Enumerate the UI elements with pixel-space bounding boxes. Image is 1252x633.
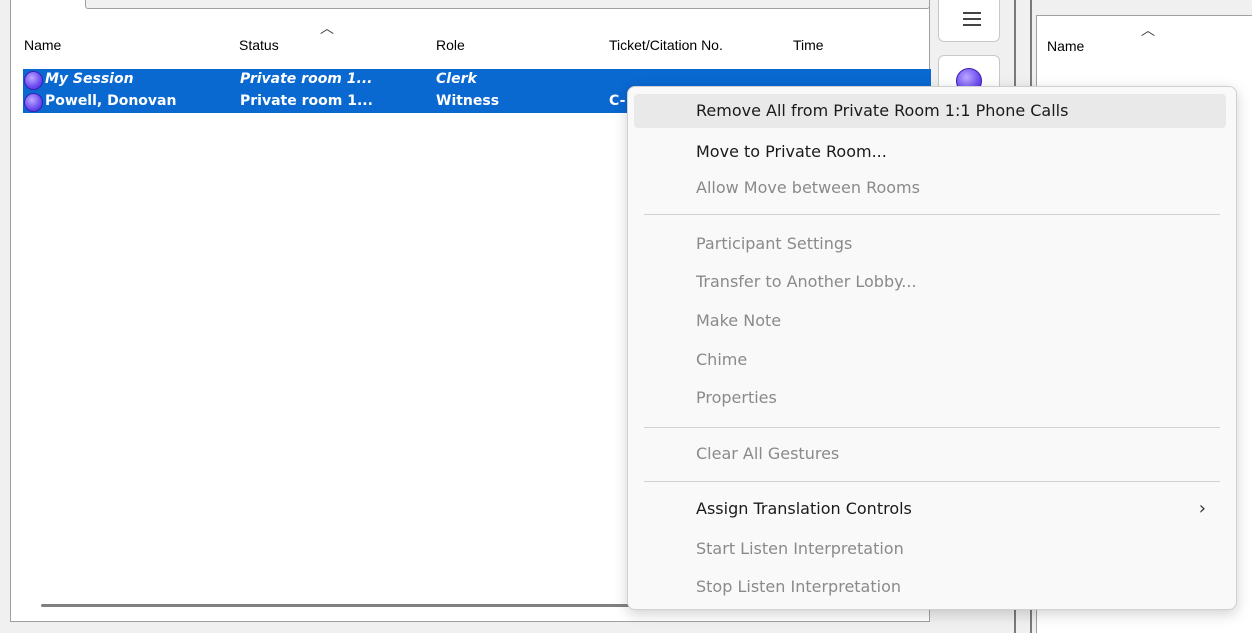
row-status: Private room 1...: [240, 93, 373, 109]
menu-item-label: Allow Move between Rooms: [696, 178, 920, 197]
column-header-name[interactable]: Name: [1047, 38, 1084, 54]
menu-separator: [644, 427, 1220, 428]
menu-item-chime[interactable]: Chime: [634, 343, 1226, 377]
menu-separator: [644, 214, 1220, 215]
menu-item-transfer-lobby[interactable]: Transfer to Another Lobby...: [634, 265, 1226, 299]
menu-item-start-listen[interactable]: Start Listen Interpretation: [634, 532, 1226, 566]
menu-item-participant-settings[interactable]: Participant Settings: [634, 227, 1226, 261]
menu-item-label: Clear All Gestures: [696, 444, 840, 463]
column-header-status[interactable]: Status: [239, 37, 279, 53]
column-header-ticket[interactable]: Ticket/Citation No.: [609, 37, 723, 53]
menu-item-label: Start Listen Interpretation: [696, 539, 904, 558]
menu-item-label: Remove All from Private Room 1:1 Phone C…: [696, 101, 1069, 120]
column-header-time[interactable]: Time: [793, 37, 824, 53]
status-dot-icon: [24, 93, 43, 112]
column-header-name[interactable]: Name: [24, 37, 61, 53]
menu-item-label: Participant Settings: [696, 234, 853, 253]
row-name: Powell, Donovan: [45, 93, 177, 109]
context-menu: Remove All from Private Room 1:1 Phone C…: [627, 86, 1237, 610]
menu-item-stop-listen[interactable]: Stop Listen Interpretation: [634, 570, 1226, 604]
menu-item-move-to-private-room[interactable]: Move to Private Room...: [634, 135, 1226, 169]
top-scrollbar[interactable]: [85, 0, 930, 9]
row-status: Private room 1...: [240, 71, 373, 87]
row-role: Witness: [436, 93, 500, 109]
menu-item-label: Chime: [696, 350, 748, 369]
menu-item-properties[interactable]: Properties: [634, 381, 1226, 415]
column-header-role[interactable]: Role: [436, 37, 465, 53]
menu-item-allow-move[interactable]: Allow Move between Rooms: [634, 171, 1226, 205]
hamburger-icon: [963, 12, 981, 30]
menu-item-label: Stop Listen Interpretation: [696, 577, 902, 596]
menu-item-remove-all[interactable]: Remove All from Private Room 1:1 Phone C…: [634, 94, 1226, 128]
status-dot-icon: [24, 71, 43, 90]
menu-item-clear-gestures[interactable]: Clear All Gestures: [634, 437, 1226, 471]
row-name: My Session: [45, 71, 134, 87]
chevron-right-icon: ›: [1198, 498, 1206, 519]
menu-item-label: Transfer to Another Lobby...: [696, 272, 917, 291]
row-ticket: C-: [609, 93, 626, 109]
sort-up-icon: ︿: [320, 20, 334, 36]
menu-separator: [644, 481, 1220, 482]
row-role: Clerk: [436, 71, 477, 87]
menu-item-assign-translation[interactable]: Assign Translation Controls ›: [634, 492, 1226, 526]
menu-item-make-note[interactable]: Make Note: [634, 304, 1226, 338]
sort-up-icon: ︿: [1141, 22, 1155, 38]
menu-item-label: Assign Translation Controls: [696, 499, 912, 518]
menu-button[interactable]: [938, 0, 1000, 42]
menu-item-label: Properties: [696, 388, 777, 407]
menu-item-label: Move to Private Room...: [696, 142, 887, 161]
menu-item-label: Make Note: [696, 311, 782, 330]
